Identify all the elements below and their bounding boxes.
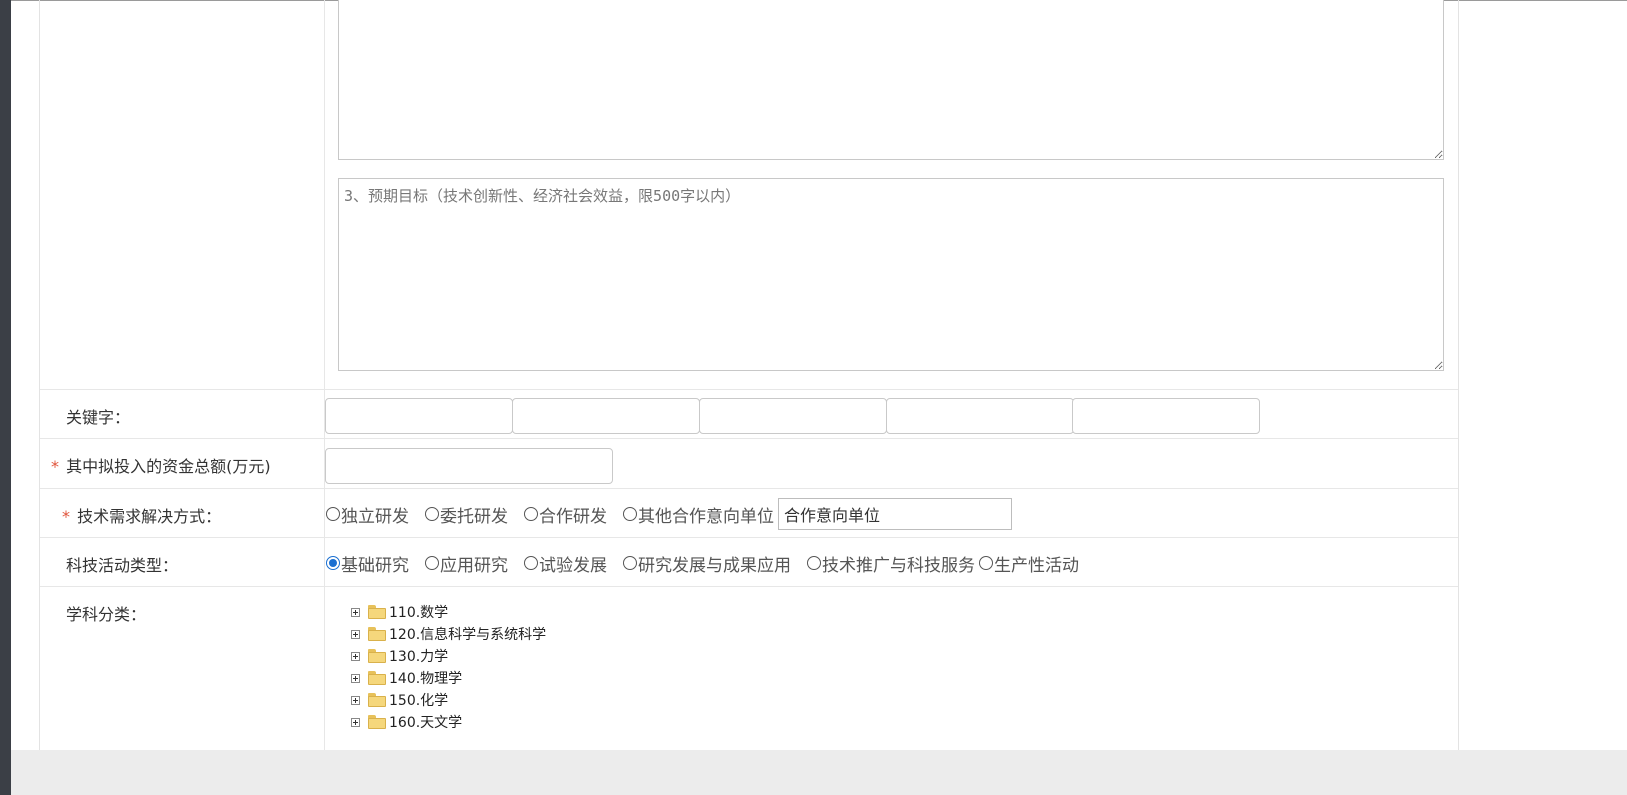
funding-label-cell: * 其中拟投入的资金总额(万元) — [40, 439, 325, 488]
solution-label-cell: * 技术需求解决方式： — [40, 489, 325, 537]
folder-icon — [368, 627, 386, 641]
radio-production[interactable]: 生产性活动 — [979, 551, 1079, 576]
activity-label-cell: 科技活动类型： — [40, 538, 325, 586]
required-mark: * — [62, 507, 70, 526]
radio-applied-research[interactable]: 应用研究 — [425, 551, 508, 576]
activity-radio-group: 基础研究 应用研究 试验发展 研究发展与成果应用 技术推广与科技服务 生产性活动 — [326, 538, 1095, 588]
radio-label: 试验发展 — [539, 555, 607, 576]
radio-label: 技术推广与科技服务 — [822, 555, 975, 576]
project-form: 关键字： * 其中拟投入的资金总额(万元) * 技术需求解决方式： 独立研发 委… — [39, 0, 1459, 750]
keywords-row: 关键字： — [40, 389, 1458, 439]
keywords-label-cell: 关键字： — [40, 389, 325, 438]
folder-icon — [368, 605, 386, 619]
keyword-input-5[interactable] — [1072, 398, 1260, 434]
tree-node-label[interactable]: 120.信息科学与系统科学 — [389, 624, 546, 644]
radio-circle[interactable] — [623, 507, 637, 521]
radio-other-partner[interactable]: 其他合作意向单位 — [623, 502, 774, 527]
radio-circle[interactable] — [807, 556, 821, 570]
expand-plus-icon[interactable] — [351, 607, 360, 617]
radio-circle-selected[interactable] — [326, 556, 340, 570]
label-cell-empty — [40, 0, 325, 389]
keyword-input-1[interactable] — [325, 398, 513, 434]
radio-circle[interactable] — [425, 556, 439, 570]
radio-label: 应用研究 — [440, 555, 508, 576]
activity-label: 科技活动类型： — [66, 556, 179, 575]
radio-circle[interactable] — [623, 556, 637, 570]
radio-label: 其他合作意向单位 — [638, 506, 774, 527]
expand-plus-icon[interactable] — [351, 717, 360, 727]
radio-circle[interactable] — [524, 556, 538, 570]
activity-row: 科技活动类型： 基础研究 应用研究 试验发展 研究发展与成果应用 技术推广与科技… — [40, 538, 1458, 587]
bottom-bar — [11, 750, 1627, 795]
tree-node-label[interactable]: 150.化学 — [389, 690, 448, 710]
required-mark: * — [51, 457, 59, 476]
subject-tree: 110.数学 120.信息科学与系统科学 130.力学 140.物理学 150.… — [351, 601, 546, 733]
subject-row: 学科分类： 110.数学 120.信息科学与系统科学 130.力学 140.物理… — [40, 587, 1458, 750]
tree-node-label[interactable]: 140.物理学 — [389, 668, 462, 688]
radio-tech-promotion[interactable]: 技术推广与科技服务 — [807, 551, 975, 576]
previous-textarea[interactable] — [338, 0, 1444, 160]
expand-plus-icon[interactable] — [351, 673, 360, 683]
radio-label: 独立研发 — [341, 506, 409, 527]
solution-row: * 技术需求解决方式： 独立研发 委托研发 合作研发 其他合作意向单位 — [40, 489, 1458, 538]
partner-unit-input[interactable] — [778, 498, 1012, 530]
keyword-input-4[interactable] — [886, 398, 1074, 434]
subject-label: 学科分类： — [66, 605, 147, 624]
tree-node[interactable]: 150.化学 — [351, 689, 546, 711]
keywords-label: 关键字： — [66, 408, 131, 427]
funding-input[interactable] — [325, 448, 613, 484]
radio-label: 研究发展与成果应用 — [638, 555, 791, 576]
tree-node[interactable]: 160.天文学 — [351, 711, 546, 733]
expected-goals-textarea[interactable] — [338, 178, 1444, 371]
radio-label: 委托研发 — [440, 506, 508, 527]
radio-circle[interactable] — [524, 507, 538, 521]
radio-circle[interactable] — [326, 507, 340, 521]
folder-icon — [368, 649, 386, 663]
radio-label: 合作研发 — [539, 506, 607, 527]
left-sidebar-strip — [0, 0, 11, 795]
folder-icon — [368, 671, 386, 685]
solution-label: * 技术需求解决方式： — [62, 503, 221, 527]
funding-label-text: 其中拟投入的资金总额(万元) — [66, 457, 271, 476]
tree-node[interactable]: 130.力学 — [351, 645, 546, 667]
tree-node[interactable]: 120.信息科学与系统科学 — [351, 623, 546, 645]
radio-experimental-development[interactable]: 试验发展 — [524, 551, 607, 576]
expand-plus-icon[interactable] — [351, 695, 360, 705]
description-row — [40, 0, 1458, 390]
radio-rd-application[interactable]: 研究发展与成果应用 — [623, 551, 791, 576]
subject-label-cell: 学科分类： — [40, 587, 325, 750]
radio-cooperative[interactable]: 合作研发 — [524, 502, 607, 527]
radio-commissioned[interactable]: 委托研发 — [425, 502, 508, 527]
radio-circle[interactable] — [979, 556, 993, 570]
radio-basic-research[interactable]: 基础研究 — [326, 551, 409, 576]
expand-plus-icon[interactable] — [351, 651, 360, 661]
tree-node[interactable]: 110.数学 — [351, 601, 546, 623]
radio-label: 生产性活动 — [994, 555, 1079, 576]
funding-label: * 其中拟投入的资金总额(万元) — [51, 453, 271, 477]
tree-node-label[interactable]: 130.力学 — [389, 646, 448, 666]
folder-icon — [368, 715, 386, 729]
solution-radio-group: 独立研发 委托研发 合作研发 其他合作意向单位 — [326, 489, 1012, 539]
tree-node[interactable]: 140.物理学 — [351, 667, 546, 689]
radio-independent[interactable]: 独立研发 — [326, 502, 409, 527]
expand-plus-icon[interactable] — [351, 629, 360, 639]
tree-node-label[interactable]: 160.天文学 — [389, 712, 462, 732]
radio-label: 基础研究 — [341, 555, 409, 576]
radio-circle[interactable] — [425, 507, 439, 521]
tree-node-label[interactable]: 110.数学 — [389, 602, 448, 622]
funding-row: * 其中拟投入的资金总额(万元) — [40, 439, 1458, 489]
keyword-input-3[interactable] — [699, 398, 887, 434]
keyword-input-2[interactable] — [512, 398, 700, 434]
solution-label-text: 技术需求解决方式： — [77, 507, 222, 526]
folder-icon — [368, 693, 386, 707]
